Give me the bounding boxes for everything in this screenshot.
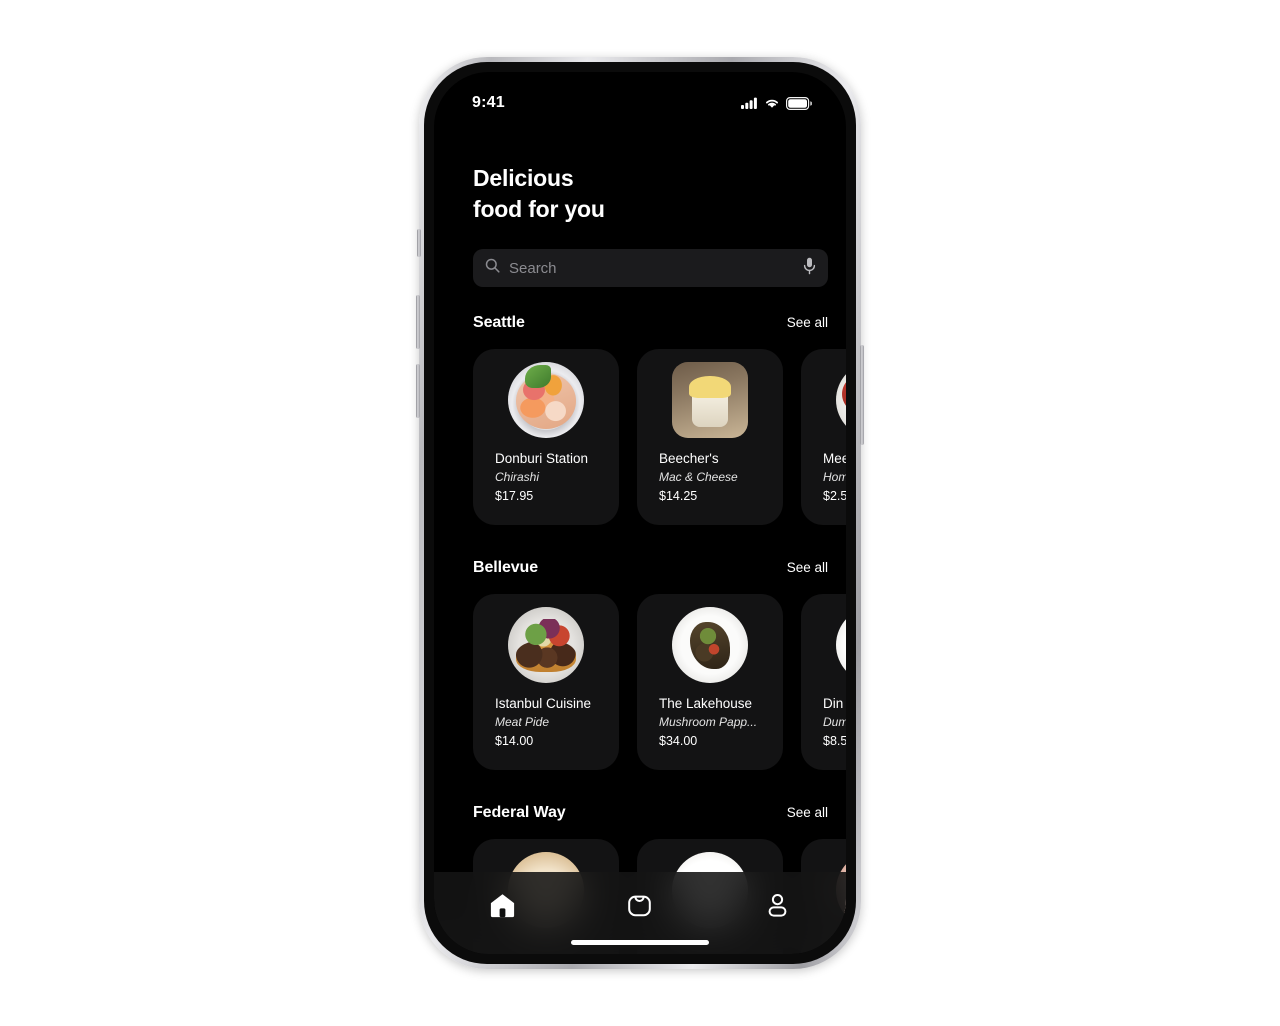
status-bar-time: 9:41 [472, 94, 505, 111]
dish-image [672, 362, 748, 438]
shopping-bag-icon [626, 892, 653, 923]
search-icon [485, 258, 500, 278]
section-header: Seattle See all [473, 314, 828, 332]
microphone-icon[interactable] [803, 257, 816, 280]
dish-price: $8.50 [823, 734, 846, 748]
dish-image [508, 607, 584, 683]
dish-image [836, 607, 846, 683]
phone-device-frame: 9:41 Delicious food for you Search Seatt… [416, 57, 864, 969]
status-bar-icons [741, 89, 812, 110]
dish-name: Mushroom Papp... [659, 715, 758, 729]
dish-price: $2.52 [823, 489, 846, 503]
restaurant-name: Donburi Station [495, 451, 589, 466]
volume-up-button[interactable] [416, 295, 420, 349]
battery-icon [786, 96, 812, 110]
restaurant-card-row[interactable]: Istanbul Cuisine Meat Pide $14.00 The Lakeh… [473, 594, 846, 770]
status-bar: 9:41 [434, 72, 846, 126]
card-meta: The Lakehouse Mushroom Papp... $34.00 [659, 695, 775, 750]
dish-price: $14.00 [495, 734, 534, 748]
dish-name: Mac & Cheese [659, 470, 738, 484]
phone-screen: 9:41 Delicious food for you Search Seatt… [434, 72, 846, 954]
power-button[interactable] [860, 345, 864, 445]
restaurant-card[interactable]: Mee S Hom B $2.52 [801, 349, 846, 525]
dish-name: Dumpl [823, 715, 846, 729]
dish-price: $34.00 [659, 734, 698, 748]
restaurant-card[interactable]: Beecher's Mac & Cheese $14.25 [637, 349, 783, 525]
restaurant-name: Mee S [823, 451, 846, 466]
restaurant-card-row[interactable]: Donburi Station Chirashi $17.95 Beecher's Ma… [473, 349, 846, 525]
page-title-line-2: food for you [473, 196, 605, 222]
search-input[interactable]: Search [509, 260, 794, 277]
restaurant-card[interactable]: Donburi Station Chirashi $17.95 [473, 349, 619, 525]
person-icon [764, 892, 791, 923]
app-content: 9:41 Delicious food for you Search Seatt… [434, 72, 846, 954]
restaurant-name: Istanbul Cuisine [495, 696, 592, 711]
page-title: Delicious food for you [473, 163, 605, 225]
dish-thumbnail [836, 607, 846, 683]
card-meta: Istanbul Cuisine Meat Pide $14.00 [495, 695, 611, 750]
cellular-signal-icon [741, 97, 758, 109]
card-meta: Mee S Hom B $2.52 [823, 450, 846, 505]
restaurant-card[interactable]: Din Ta Dumpl $8.50 [801, 594, 846, 770]
dish-name: Chirashi [495, 470, 540, 484]
section-title: Federal Way [473, 804, 566, 821]
dish-price: $17.95 [495, 489, 534, 503]
volume-down-button[interactable] [416, 364, 420, 418]
restaurant-card[interactable]: Istanbul Cuisine Meat Pide $14.00 [473, 594, 619, 770]
section-title: Bellevue [473, 559, 539, 576]
wifi-icon [764, 97, 780, 109]
dish-price: $14.25 [659, 489, 698, 503]
dish-name: Meat Pide [495, 715, 550, 729]
tab-orders[interactable] [610, 890, 670, 924]
restaurant-card[interactable]: The Lakehouse Mushroom Papp... $34.00 [637, 594, 783, 770]
phone-bezel: 9:41 Delicious food for you Search Seatt… [424, 62, 856, 964]
screenshot-canvas: 9:41 Delicious food for you Search Seatt… [0, 0, 1280, 1026]
silent-switch-button[interactable] [417, 229, 421, 257]
see-all-link[interactable]: See all [787, 560, 828, 575]
tab-profile[interactable] [747, 890, 807, 924]
page-title-line-1: Delicious [473, 165, 574, 191]
restaurant-name: The Lakehouse [659, 696, 753, 711]
dish-thumbnail [672, 362, 748, 438]
card-meta: Donburi Station Chirashi $17.95 [495, 450, 611, 505]
restaurant-name: Din Ta [823, 696, 846, 711]
card-meta: Din Ta Dumpl $8.50 [823, 695, 846, 750]
dish-thumbnail [508, 607, 584, 683]
dish-image [508, 362, 584, 438]
card-meta: Beecher's Mac & Cheese $14.25 [659, 450, 775, 505]
home-indicator[interactable] [571, 940, 709, 945]
section-header: Federal Way See all [473, 804, 828, 822]
dish-thumbnail [836, 362, 846, 438]
home-icon [489, 892, 516, 923]
see-all-link[interactable]: See all [787, 805, 828, 820]
see-all-link[interactable]: See all [787, 315, 828, 330]
restaurant-name: Beecher's [659, 451, 719, 466]
section-header: Bellevue See all [473, 559, 828, 577]
tab-home[interactable] [473, 890, 533, 924]
dish-image [836, 362, 846, 438]
dish-thumbnail [508, 362, 584, 438]
dish-thumbnail [672, 607, 748, 683]
search-bar[interactable]: Search [473, 249, 828, 287]
dish-name: Hom B [823, 470, 846, 484]
section-title: Seattle [473, 314, 525, 331]
dish-image [672, 607, 748, 683]
